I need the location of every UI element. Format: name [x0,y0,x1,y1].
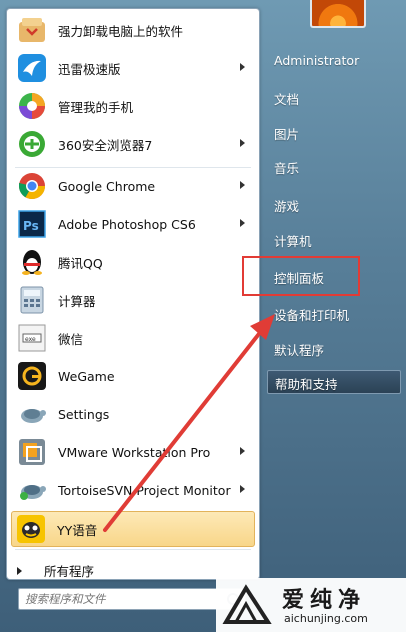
submenu-arrow-icon[interactable] [240,219,245,227]
documents-link[interactable]: 文档 [274,89,299,108]
music-link[interactable]: 音乐 [274,158,299,177]
360-browser-icon [16,128,48,160]
program-item-wegame[interactable]: WeGame [13,358,253,394]
program-label: Settings [58,406,110,422]
program-label: 强力卸载电脑上的软件 [58,23,184,39]
program-label: 360安全浏览器7 [58,137,153,153]
uninstaller-icon [16,14,48,46]
watermark-logo: 爱纯净 aichunjing.com [216,578,406,632]
triangle-right-icon [17,566,22,575]
user-avatar[interactable] [310,0,366,28]
tortoisesvn-icon [16,474,48,506]
search-box[interactable] [18,588,246,610]
program-item-phone-manager[interactable]: 管理我的手机 [13,88,253,124]
program-label: Google Chrome [58,178,156,194]
program-item-calculator[interactable]: 计算器 [13,282,253,318]
yy-voice-icon [15,513,47,545]
svg-text:Ps: Ps [23,219,39,233]
program-item-tortoisesvn[interactable]: TortoiseSVN Project Monitor [13,472,253,508]
program-label: TortoiseSVN Project Monitor [58,482,231,498]
program-item-settings[interactable]: Settings [13,396,253,432]
program-label: YY语音 [57,522,98,538]
settings-turtle-icon [16,398,48,430]
user-name-link[interactable]: Administrator [274,53,359,68]
devices-printers-link[interactable]: 设备和打印机 [274,305,349,324]
vmware-icon [16,436,48,468]
wechat-icon: exe [16,322,48,354]
submenu-arrow-icon[interactable] [240,485,245,493]
phone-manager-icon [16,90,48,122]
wegame-icon [16,360,48,392]
pictures-link[interactable]: 图片 [274,124,299,143]
program-label: 微信 [58,331,84,347]
menu-separator [15,549,251,550]
all-programs-label: 所有程序 [44,564,95,579]
photoshop-icon: Ps [16,208,48,240]
computer-link[interactable]: 计算机 [274,231,312,250]
program-item-xunlei[interactable]: 迅雷极速版 [13,50,253,86]
program-item-yy-voice[interactable]: YY语音 [11,511,255,547]
default-programs-link[interactable]: 默认程序 [274,340,324,359]
start-menu-programs-panel: 强力卸载电脑上的软件 迅雷极速版 管理我的手机 360安全浏览器7 Google… [6,8,260,580]
qq-penguin-icon [16,246,48,278]
program-label: 管理我的手机 [58,99,134,115]
chrome-icon [16,170,48,202]
program-item-qq[interactable]: 腾讯QQ [13,244,253,280]
search-input[interactable] [19,589,231,609]
program-item-chrome[interactable]: Google Chrome [13,168,253,204]
submenu-arrow-icon[interactable] [240,181,245,189]
aichunjing-logo-icon [222,584,272,624]
program-item-wechat[interactable]: exe 微信 [13,320,253,356]
program-label: 迅雷极速版 [58,61,121,77]
games-link[interactable]: 游戏 [274,196,299,215]
program-label: WeGame [58,368,115,384]
xunlei-bird-icon [16,52,48,84]
program-item-uninstaller[interactable]: 强力卸载电脑上的软件 [13,12,253,48]
calculator-icon [16,284,48,316]
submenu-arrow-icon[interactable] [240,63,245,71]
program-label: Adobe Photoshop CS6 [58,216,196,232]
program-label: 腾讯QQ [58,255,103,271]
program-label: VMware Workstation Pro [58,444,211,460]
program-item-360-browser[interactable]: 360安全浏览器7 [13,126,253,162]
highlight-box [242,256,360,296]
svg-text:exe: exe [25,336,36,343]
program-item-vmware[interactable]: VMware Workstation Pro [13,434,253,470]
watermark-text: 爱纯净 [282,588,367,613]
watermark-url: aichunjing.com [284,612,368,625]
program-item-photoshop[interactable]: Ps Adobe Photoshop CS6 [13,206,253,242]
help-support-link[interactable]: 帮助和支持 [267,370,401,394]
program-label: 计算器 [58,293,96,309]
submenu-arrow-icon[interactable] [240,139,245,147]
all-programs-button[interactable]: 所有程序 [17,561,94,580]
submenu-arrow-icon[interactable] [240,447,245,455]
